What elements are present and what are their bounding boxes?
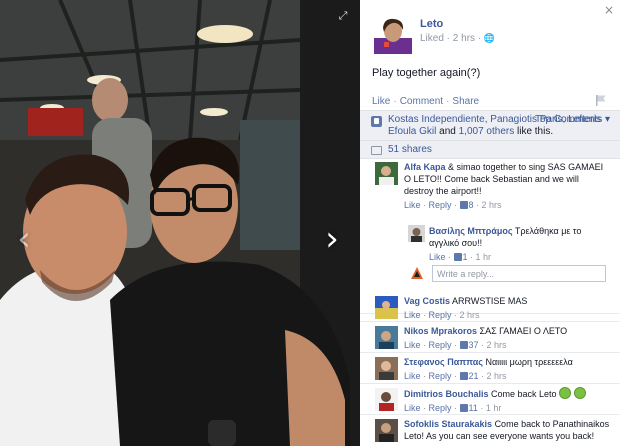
comment-like-button[interactable]: Like <box>404 200 421 210</box>
comment-author[interactable]: Στεφανος Παππας <box>404 357 483 367</box>
comment-text: Ναιιιιι μωρη τρεεεεελα <box>485 357 573 367</box>
comment-author[interactable]: Alfa Kapa <box>404 162 446 172</box>
comment-actions: Like · Reply · 11 · 1 hr <box>404 403 502 413</box>
comment-reply-button[interactable]: Reply <box>429 340 452 350</box>
likes-summary: Top Comments ▾ Kostas Independiente, Pan… <box>360 111 620 141</box>
thumbs-up-icon <box>453 253 462 261</box>
thumbs-up-icon <box>459 372 468 380</box>
comment-like-count[interactable]: 21 <box>459 371 479 381</box>
reply-item: Βασίλης Μπτράμος Τρελάθηκα με το αγγλικό… <box>404 222 614 262</box>
comment-like-button[interactable]: Like <box>404 371 421 381</box>
share-button[interactable]: Share <box>452 96 479 107</box>
thumbs-up-icon <box>459 201 468 209</box>
comment-time[interactable]: 1 hr <box>486 403 502 413</box>
commenter-avatar[interactable] <box>375 162 398 185</box>
comment-time[interactable]: 2 hrs <box>487 340 507 350</box>
comment-reply-button[interactable]: Reply <box>429 200 452 210</box>
reply-like-count[interactable]: 1 <box>453 252 468 262</box>
comment-author[interactable]: Dimitrios Bouchalis <box>404 389 489 399</box>
comment-text: Come back Leto <box>491 389 557 399</box>
commenter-avatar[interactable] <box>375 419 398 442</box>
comment-reply-button[interactable]: Reply <box>429 371 452 381</box>
green-heart-emoji-icon <box>559 387 572 399</box>
likes-others-link[interactable]: 1,007 others <box>459 126 515 137</box>
comment-item: Sofoklis Staurakakis Come back to Panath… <box>360 415 620 446</box>
previous-photo-arrow-icon[interactable]: ‹ <box>12 219 36 259</box>
comment-author[interactable]: Vag Costis <box>404 296 450 306</box>
comment-time[interactable]: 2 hrs <box>487 371 507 381</box>
post-actions: Like · Comment · Share <box>372 96 480 107</box>
shares-link[interactable]: 51 shares <box>360 141 620 159</box>
comment-item: Alfa Kapa & simao together to sing SAS G… <box>360 158 620 314</box>
comment-actions: Like · Reply · 21 · 2 hrs <box>404 371 507 381</box>
likes-suffix: like this. <box>517 126 554 137</box>
reply-composer <box>408 262 618 284</box>
comment-actions: Like · Reply · 8 · 2 hrs <box>404 200 502 210</box>
comment-like-count[interactable]: 11 <box>459 403 478 413</box>
like-button[interactable]: Like <box>372 96 390 107</box>
reply-author[interactable]: Βασίλης Μπτράμος <box>429 226 513 236</box>
reply-body: Βασίλης Μπτράμος Τρελάθηκα με το αγγλικό… <box>429 225 609 263</box>
comment-author[interactable]: Sofoklis Staurakakis <box>404 419 492 429</box>
comment-author[interactable]: Nikos Mprakoros <box>404 326 477 336</box>
comment-body: Alfa Kapa & simao together to sing SAS G… <box>404 161 610 211</box>
comment-body: Στεφανος Παππας Ναιιιιι μωρη τρεεεεελα L… <box>404 356 610 382</box>
post-author-name[interactable]: Leto <box>420 18 443 30</box>
share-icon <box>371 146 382 155</box>
post-meta-text: Liked · 2 hrs · <box>420 33 482 44</box>
comment-actions: Like · Reply · 37 · 2 hrs <box>404 340 507 350</box>
photo-image <box>0 0 360 446</box>
top-comments-dropdown[interactable]: Top Comments ▾ <box>535 114 610 126</box>
comment-like-button[interactable]: Like <box>404 403 421 413</box>
photo-viewer: ‹ › ⤢ <box>0 0 360 446</box>
comment-item: Στεφανος Παππας Ναιιιιι μωρη τρεεεεελα L… <box>360 353 620 384</box>
post-header: Leto Liked · 2 hrs · 🌐 <box>374 16 604 56</box>
commenter-avatar[interactable] <box>375 326 398 349</box>
comment-actions: Like · Reply · 2 hrs <box>404 310 480 320</box>
comment-item: Dimitrios Bouchalis Come back Leto Like … <box>360 384 620 415</box>
comment-like-count[interactable]: 37 <box>459 340 479 350</box>
comment-body: Vag Costis ARRWSTISE MAS Like · Reply · … <box>404 295 610 321</box>
comment-time[interactable]: 2 hrs <box>482 200 502 210</box>
comment-item: Vag Costis ARRWSTISE MAS Like · Reply · … <box>360 292 620 322</box>
thumbs-up-icon <box>371 116 382 127</box>
comment-body: Sofoklis Staurakakis Come back to Panath… <box>404 418 610 442</box>
globe-icon: 🌐 <box>483 34 496 44</box>
reply-time[interactable]: 1 hr <box>476 252 492 262</box>
comment-like-count[interactable]: 8 <box>459 200 474 210</box>
commenter-avatar[interactable] <box>375 357 398 380</box>
comment-item: Nikos Mprakoros ΣΑΣ ΓΑΜΑΕΙ Ο ΛΕΤΟ Like ·… <box>360 322 620 353</box>
author-avatar[interactable] <box>374 16 412 54</box>
commenter-avatar[interactable] <box>375 388 398 411</box>
current-user-avatar <box>411 267 423 279</box>
thumbs-up-icon <box>459 341 468 349</box>
reply-input[interactable] <box>432 265 606 282</box>
comment-body: Dimitrios Bouchalis Come back Leto Like … <box>404 387 610 414</box>
fullscreen-icon[interactable]: ⤢ <box>336 9 350 23</box>
comment-body: Nikos Mprakoros ΣΑΣ ΓΑΜΑΕΙ Ο ΛΕΤΟ Like ·… <box>404 325 610 351</box>
shares-label: 51 shares <box>388 144 432 155</box>
comment-reply-button[interactable]: Reply <box>429 310 452 320</box>
report-flag-icon[interactable] <box>596 95 606 106</box>
comment-time[interactable]: 2 hrs <box>460 310 480 320</box>
replier-avatar[interactable] <box>408 225 425 242</box>
comment-like-button[interactable]: Like <box>404 310 421 320</box>
comment-reply-button[interactable]: Reply <box>429 403 452 413</box>
comment-like-button[interactable]: Like <box>404 340 421 350</box>
post-meta: Liked · 2 hrs · 🌐 <box>420 33 495 44</box>
post-side-panel: × Leto Liked · 2 hrs · 🌐 Play together a… <box>360 0 620 446</box>
comment-text: ARRWSTISE MAS <box>452 296 528 306</box>
post-text: Play together again(?) <box>372 67 481 79</box>
likes-and: and <box>439 126 456 137</box>
comment-button[interactable]: Comment <box>400 96 443 107</box>
comment-text: ΣΑΣ ΓΑΜΑΕΙ Ο ΛΕΤΟ <box>479 326 568 336</box>
commenter-avatar[interactable] <box>375 296 398 319</box>
thumbs-up-icon <box>459 404 468 412</box>
next-photo-arrow-icon[interactable]: › <box>320 219 344 259</box>
likes-box: Top Comments ▾ Kostas Independiente, Pan… <box>360 110 620 159</box>
close-icon[interactable]: × <box>604 3 614 17</box>
clover-emoji-icon <box>573 387 586 399</box>
reply-like-button[interactable]: Like <box>429 252 446 262</box>
